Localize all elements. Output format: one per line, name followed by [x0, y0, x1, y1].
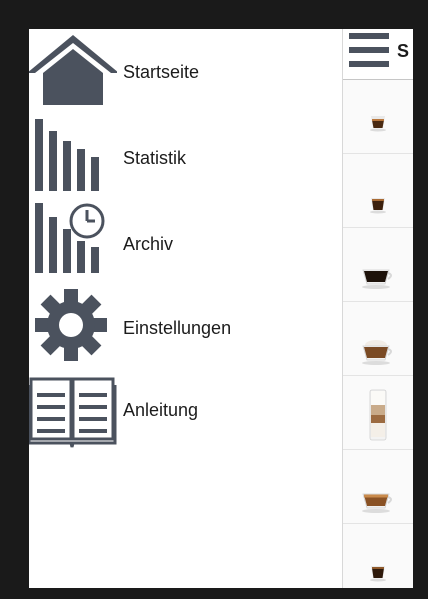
top-bar: S	[343, 29, 413, 80]
gear-icon	[35, 289, 107, 361]
menu-item-einstellungen[interactable]: Einstellungen	[29, 285, 342, 367]
coffee-crema-cup-icon	[362, 493, 392, 513]
list-item[interactable]	[343, 302, 413, 376]
menu-item-label: Anleitung	[123, 400, 199, 420]
menu-item-startseite[interactable]: Startseite	[29, 29, 342, 111]
list-item[interactable]	[343, 80, 413, 154]
espresso-cup-icon	[370, 198, 386, 214]
archive-clock-icon	[35, 203, 105, 273]
home-icon	[29, 35, 117, 105]
list-item[interactable]	[343, 376, 413, 450]
menu-item-label: Startseite	[123, 62, 200, 82]
navigation-drawer: Startseite Statistik Archiv Einstellunge…	[29, 29, 342, 588]
espresso-cup-icon	[370, 116, 386, 132]
menu-item-anleitung[interactable]: Anleitung	[29, 369, 342, 451]
coffee-cup-icon	[362, 269, 392, 289]
list-item[interactable]	[343, 524, 413, 588]
bar-chart-icon	[35, 119, 99, 191]
list-item[interactable]	[343, 154, 413, 228]
hamburger-menu-icon[interactable]	[349, 33, 389, 71]
espresso-cup-icon	[370, 566, 386, 582]
cappuccino-cup-icon	[362, 340, 392, 365]
main-content: S	[342, 29, 413, 588]
list-item[interactable]	[343, 450, 413, 524]
list-item[interactable]	[343, 228, 413, 302]
app-screen: Startseite Statistik Archiv Einstellunge…	[29, 29, 413, 588]
menu-item-archiv[interactable]: Archiv	[29, 199, 342, 281]
menu-item-label: Archiv	[123, 234, 174, 254]
page-title: S	[397, 41, 410, 61]
menu-item-label: Einstellungen	[123, 318, 232, 338]
latte-macchiato-glass-icon	[369, 389, 387, 441]
open-book-icon	[29, 377, 117, 448]
device-frame: Startseite Statistik Archiv Einstellunge…	[0, 0, 428, 599]
menu-item-label: Statistik	[123, 148, 187, 168]
menu-item-statistik[interactable]: Statistik	[29, 115, 342, 197]
